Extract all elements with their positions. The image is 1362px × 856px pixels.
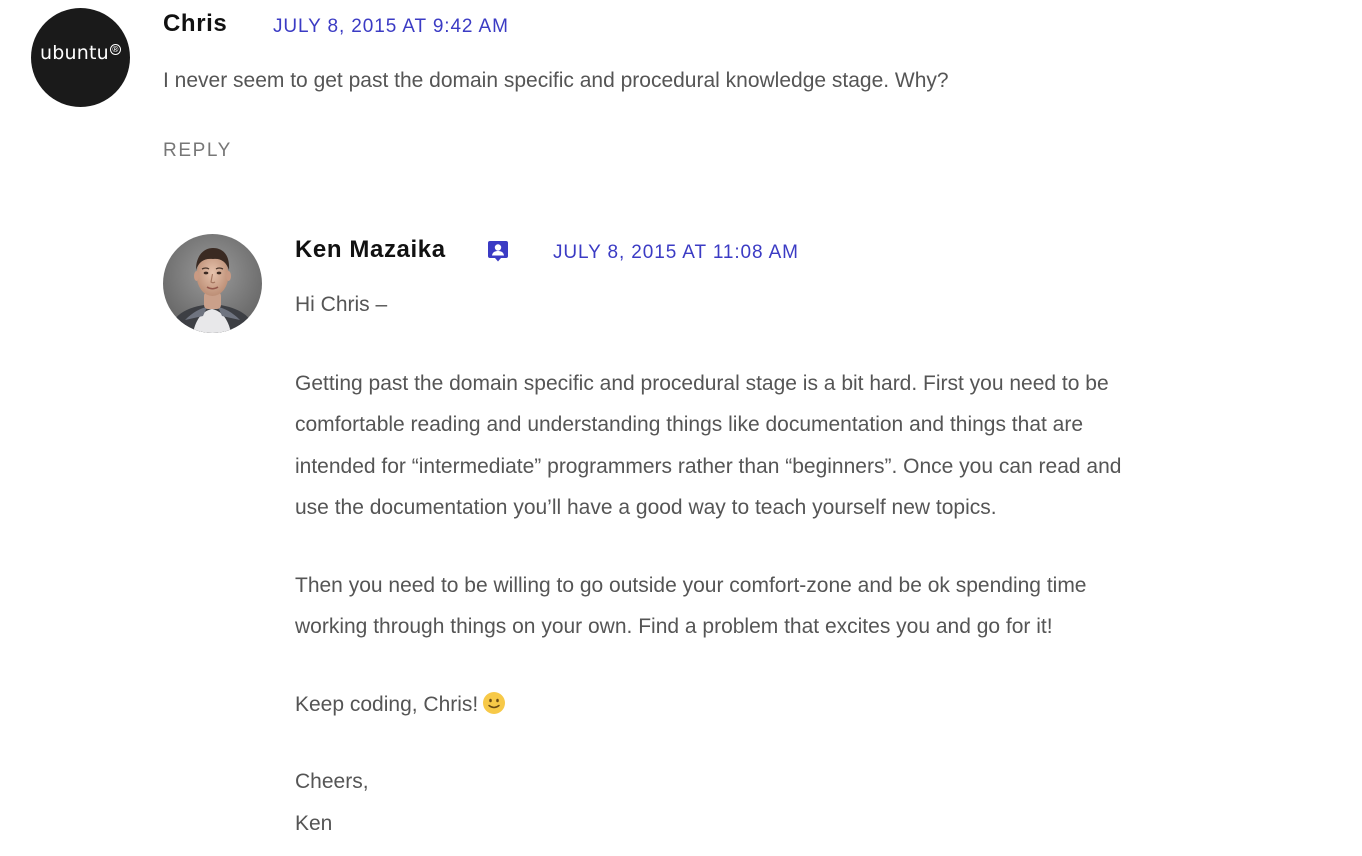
reply-paragraph-line: Getting past the domain specific and pro… — [295, 371, 1109, 395]
comment-text: I never seem to get past the domain spec… — [163, 69, 949, 92]
avatar[interactable]: ubuntu ® — [31, 8, 130, 107]
reply-button[interactable]: REPLY — [163, 140, 232, 162]
comment-author-name[interactable]: Chris — [163, 10, 227, 38]
reply-paragraph-line: use the documentation you’ll have a good… — [295, 496, 997, 519]
reply-closing: Cheers, — [295, 770, 369, 793]
reply-date-link[interactable]: JULY 8, 2015 AT 11:08 AM — [553, 242, 799, 264]
reply-paragraph-line: working through things on your own. Find… — [295, 615, 1053, 638]
comments-section: ubuntu ® Chris JULY 8, 2015 AT 9:42 AM I … — [0, 0, 1362, 856]
reply-content: Hi Chris – Getting past the domain speci… — [295, 284, 1255, 844]
ubuntu-logo-icon: ubuntu ® — [40, 41, 121, 64]
slightly-smiling-face-emoji — [483, 691, 506, 714]
comment-date-link[interactable]: JULY 8, 2015 AT 9:42 AM — [273, 16, 509, 38]
avatar[interactable] — [163, 234, 262, 333]
reply-greeting: Hi Chris – — [295, 293, 388, 316]
reply-paragraph-line: comfortable reading and understanding th… — [295, 413, 1084, 436]
reply-paragraph-line: Then you need to be willing to go outsid… — [295, 573, 1087, 597]
reply-paragraph-line: intended for “intermediate” programmers … — [295, 454, 1122, 478]
user-photo-avatar — [163, 234, 262, 333]
reply-signoff-text: Keep coding, Chris! — [295, 692, 479, 716]
reply-author-name[interactable]: Ken Mazaika — [295, 236, 446, 264]
reply-signoff: Keep coding, Chris! — [295, 684, 1255, 726]
post-author-badge-icon — [487, 240, 509, 262]
reply-signature: Ken — [295, 811, 333, 835]
